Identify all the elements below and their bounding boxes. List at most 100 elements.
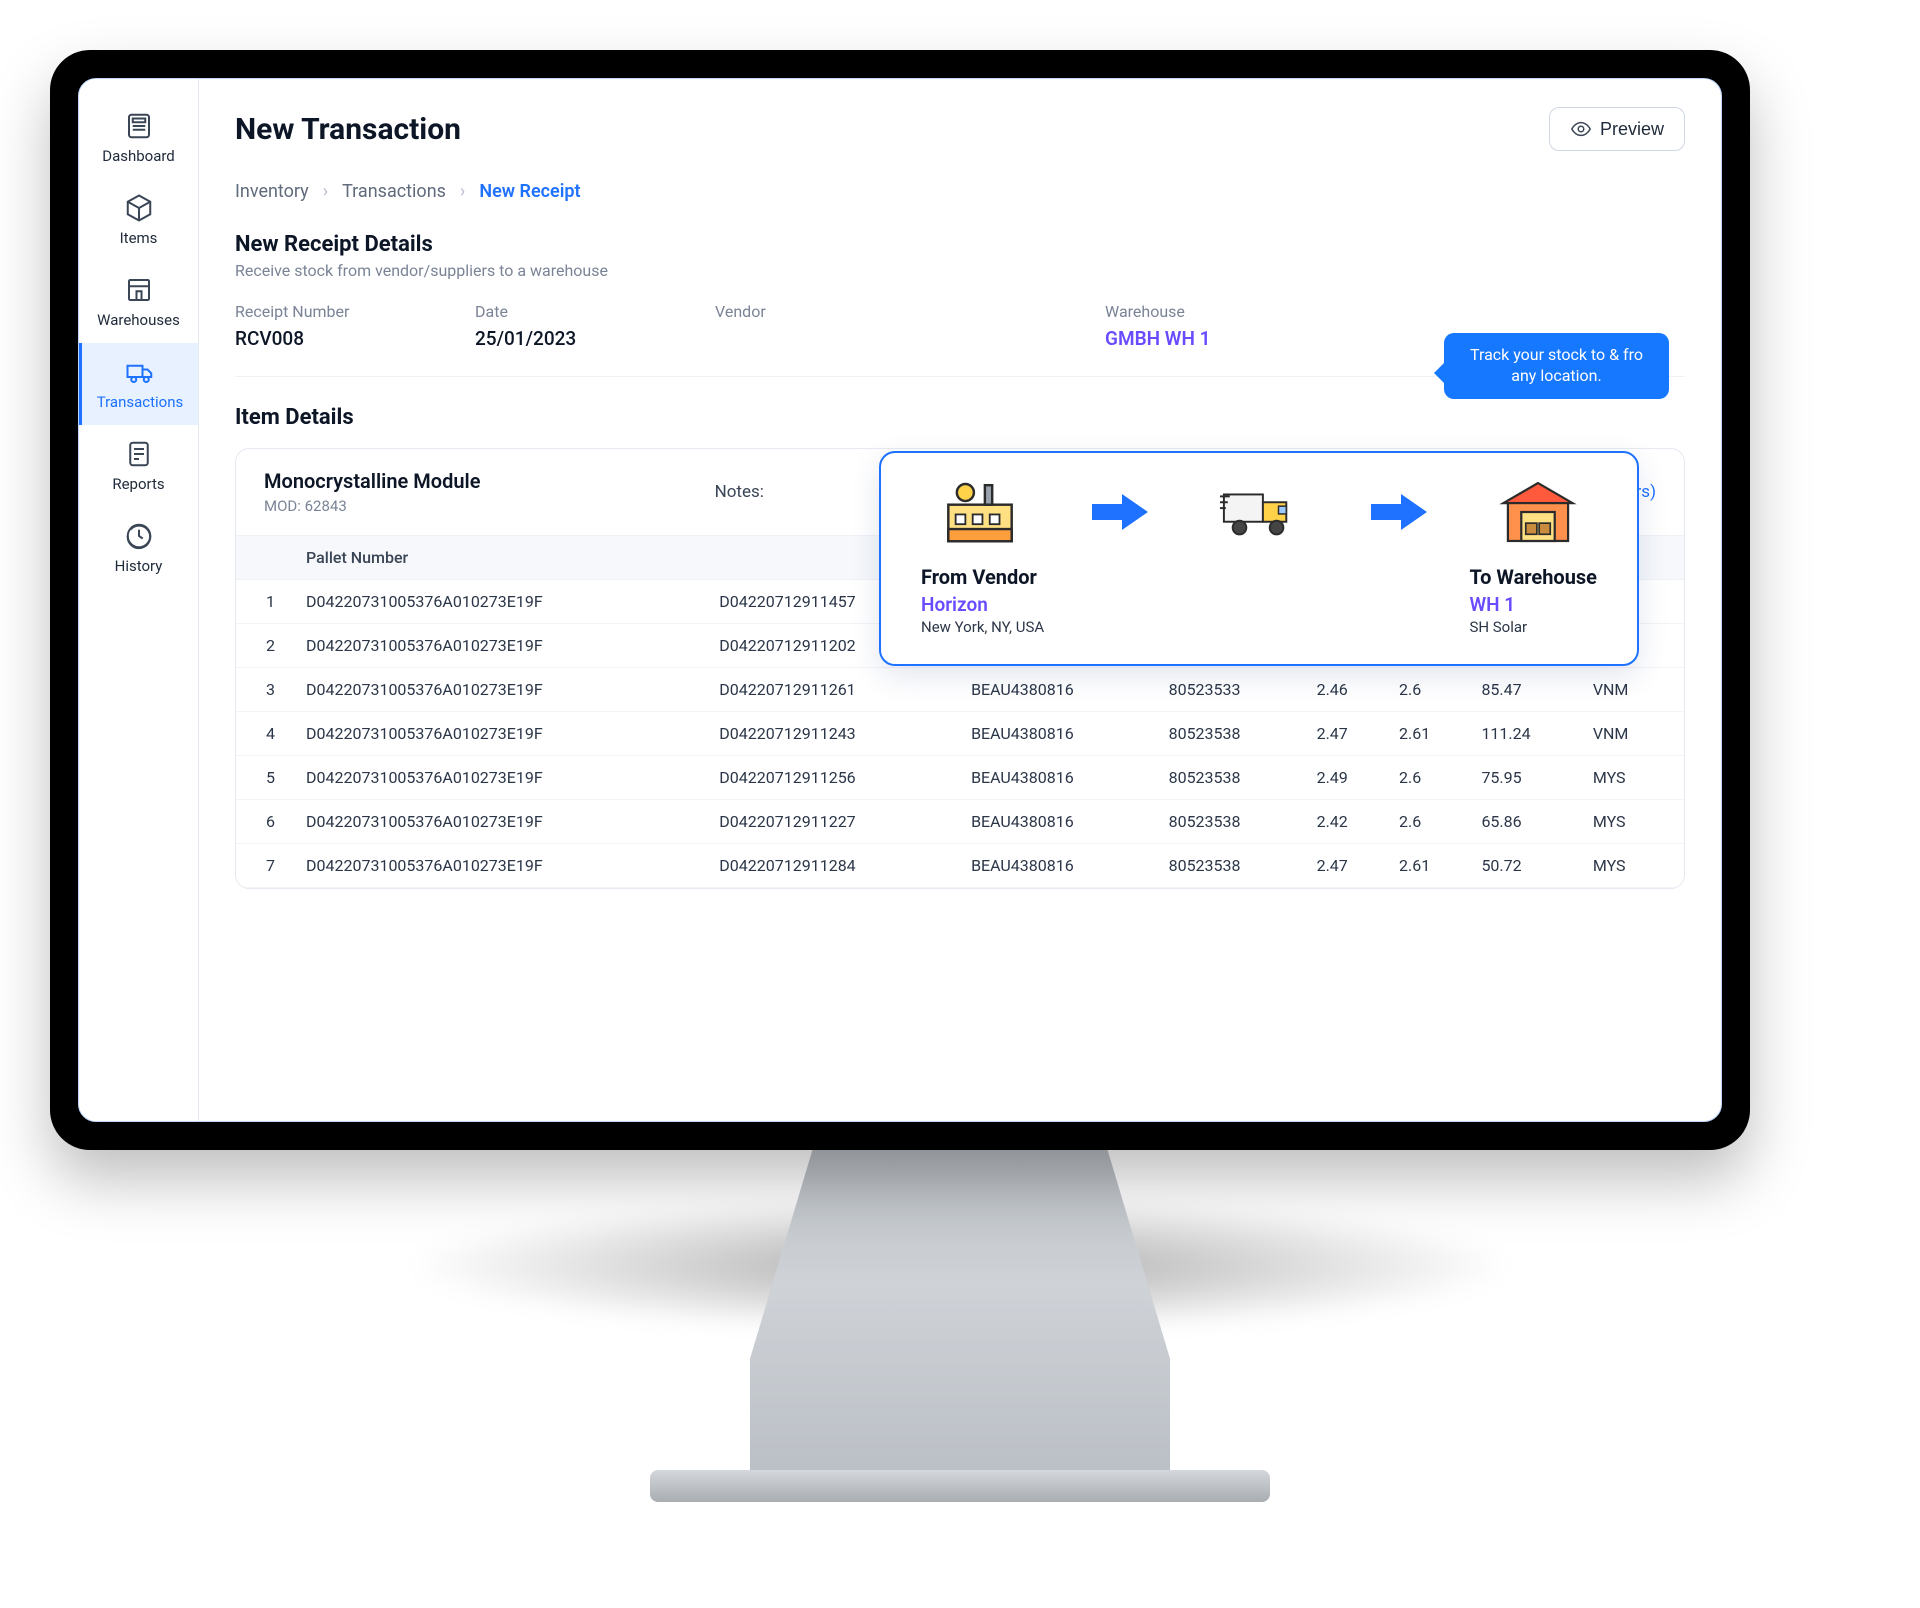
sidebar: Dashboard Items Warehouses Transactions … xyxy=(79,79,199,1121)
col-pallet: Pallet Number xyxy=(296,536,709,580)
col-index xyxy=(236,536,296,580)
cell-pallet: D04220731005376A010273E19F xyxy=(296,756,709,800)
to-warehouse-owner: SH Solar xyxy=(1469,618,1597,636)
cell-c: 80523538 xyxy=(1159,712,1307,756)
cell-b: BEAU4380816 xyxy=(961,668,1159,712)
sidebar-item-label: History xyxy=(115,557,163,575)
cell-n: 4 xyxy=(236,712,296,756)
cell-pallet: D04220731005376A010273E19F xyxy=(296,844,709,888)
cell-b: BEAU4380816 xyxy=(961,756,1159,800)
cell-origin: MYS xyxy=(1583,756,1684,800)
cell-e: 2.61 xyxy=(1389,712,1471,756)
cell-a: D04220712911284 xyxy=(709,844,961,888)
warehouse-icon xyxy=(124,275,154,305)
chevron-right-icon: › xyxy=(323,181,328,202)
delivery-truck-icon xyxy=(1220,477,1298,547)
cell-n: 6 xyxy=(236,800,296,844)
receipt-number-label: Receipt Number xyxy=(235,302,415,321)
cell-c: 80523538 xyxy=(1159,800,1307,844)
receipt-number-value: RCV008 xyxy=(235,327,415,350)
cell-d: 2.47 xyxy=(1307,712,1389,756)
sidebar-item-dashboard[interactable]: Dashboard xyxy=(79,97,198,179)
date-label: Date xyxy=(475,302,655,321)
arrow-right-icon xyxy=(1090,490,1150,534)
report-icon xyxy=(124,439,154,469)
sidebar-item-history[interactable]: History xyxy=(79,507,198,589)
cell-a: D04220712911227 xyxy=(709,800,961,844)
cell-c: 80523533 xyxy=(1159,668,1307,712)
product-name: Monocrystalline Module xyxy=(264,469,480,493)
cell-d: 2.49 xyxy=(1307,756,1389,800)
table-row[interactable]: 3D04220731005376A010273E19FD042207129112… xyxy=(236,668,1684,712)
table-row[interactable]: 4D04220731005376A010273E19FD042207129112… xyxy=(236,712,1684,756)
main-content: New Transaction Preview Inventory › Tran… xyxy=(199,79,1721,1121)
cell-n: 1 xyxy=(236,580,296,624)
history-icon xyxy=(124,521,154,551)
from-vendor-label: From Vendor xyxy=(921,565,1044,589)
cell-origin: MYS xyxy=(1583,800,1684,844)
vendor-label: Vendor xyxy=(715,302,1045,321)
cell-pallet: D04220731005376A010273E19F xyxy=(296,712,709,756)
sidebar-item-items[interactable]: Items xyxy=(79,179,198,261)
cell-d: 2.42 xyxy=(1307,800,1389,844)
cell-e: 2.6 xyxy=(1389,756,1471,800)
cell-n: 7 xyxy=(236,844,296,888)
cell-d: 2.47 xyxy=(1307,844,1389,888)
from-vendor-name[interactable]: Horizon xyxy=(921,593,1044,616)
chevron-right-icon: › xyxy=(460,181,465,202)
cell-lc: 50.72 xyxy=(1471,844,1582,888)
cell-lc: 111.24 xyxy=(1471,712,1582,756)
to-warehouse-name[interactable]: WH 1 xyxy=(1469,593,1597,616)
cell-a: D04220712911256 xyxy=(709,756,961,800)
page-title: New Transaction xyxy=(235,112,461,147)
crumb-current: New Receipt xyxy=(479,181,580,202)
cell-pallet: D04220731005376A010273E19F xyxy=(296,624,709,668)
sidebar-item-reports[interactable]: Reports xyxy=(79,425,198,507)
factory-icon xyxy=(941,477,1019,547)
cell-n: 2 xyxy=(236,624,296,668)
breadcrumb: Inventory › Transactions › New Receipt xyxy=(235,181,1685,202)
cell-pallet: D04220731005376A010273E19F xyxy=(296,580,709,624)
table-row[interactable]: 7D04220731005376A010273E19FD042207129112… xyxy=(236,844,1684,888)
crumb-transactions[interactable]: Transactions xyxy=(342,181,446,202)
from-vendor-location: New York, NY, USA xyxy=(921,618,1044,636)
sidebar-item-warehouses[interactable]: Warehouses xyxy=(79,261,198,343)
sidebar-item-label: Items xyxy=(120,229,158,247)
item-details-title: Item Details xyxy=(235,405,1685,430)
cell-b: BEAU4380816 xyxy=(961,712,1159,756)
truck-icon xyxy=(125,357,155,387)
cell-a: D04220712911261 xyxy=(709,668,961,712)
cell-lc: 75.95 xyxy=(1471,756,1582,800)
sidebar-item-label: Warehouses xyxy=(97,311,180,329)
cell-origin: MYS xyxy=(1583,844,1684,888)
preview-label: Preview xyxy=(1600,119,1664,140)
cell-e: 2.6 xyxy=(1389,668,1471,712)
warehouse-label: Warehouse xyxy=(1105,302,1285,321)
notes-label: Notes: xyxy=(715,482,764,502)
section-subtitle: Receive stock from vendor/suppliers to a… xyxy=(235,261,1685,280)
box-icon xyxy=(124,193,154,223)
product-sku: MOD: 62843 xyxy=(264,497,480,515)
warehouse-building-icon xyxy=(1499,477,1577,547)
cell-a: D04220712911243 xyxy=(709,712,961,756)
cell-pallet: D04220731005376A010273E19F xyxy=(296,668,709,712)
sidebar-item-label: Reports xyxy=(112,475,164,493)
table-row[interactable]: 5D04220731005376A010273E19FD042207129112… xyxy=(236,756,1684,800)
cell-lc: 65.86 xyxy=(1471,800,1582,844)
info-tooltip: Track your stock to & fro any location. xyxy=(1444,333,1669,399)
crumb-inventory[interactable]: Inventory xyxy=(235,181,309,202)
sidebar-item-label: Transactions xyxy=(97,393,184,411)
preview-button[interactable]: Preview xyxy=(1549,107,1685,151)
app-screen: Dashboard Items Warehouses Transactions … xyxy=(78,78,1722,1122)
cell-b: BEAU4380816 xyxy=(961,800,1159,844)
cell-n: 5 xyxy=(236,756,296,800)
vendor-value xyxy=(715,327,1045,350)
warehouse-value[interactable]: GMBH WH 1 xyxy=(1105,327,1285,350)
cell-n: 3 xyxy=(236,668,296,712)
eye-icon xyxy=(1570,118,1592,140)
section-title: New Receipt Details xyxy=(235,232,1685,257)
cell-b: BEAU4380816 xyxy=(961,844,1159,888)
table-row[interactable]: 6D04220731005376A010273E19FD042207129112… xyxy=(236,800,1684,844)
stock-flow-popover: From Vendor Horizon New York, NY, USA To… xyxy=(879,451,1639,666)
sidebar-item-transactions[interactable]: Transactions xyxy=(79,343,198,425)
